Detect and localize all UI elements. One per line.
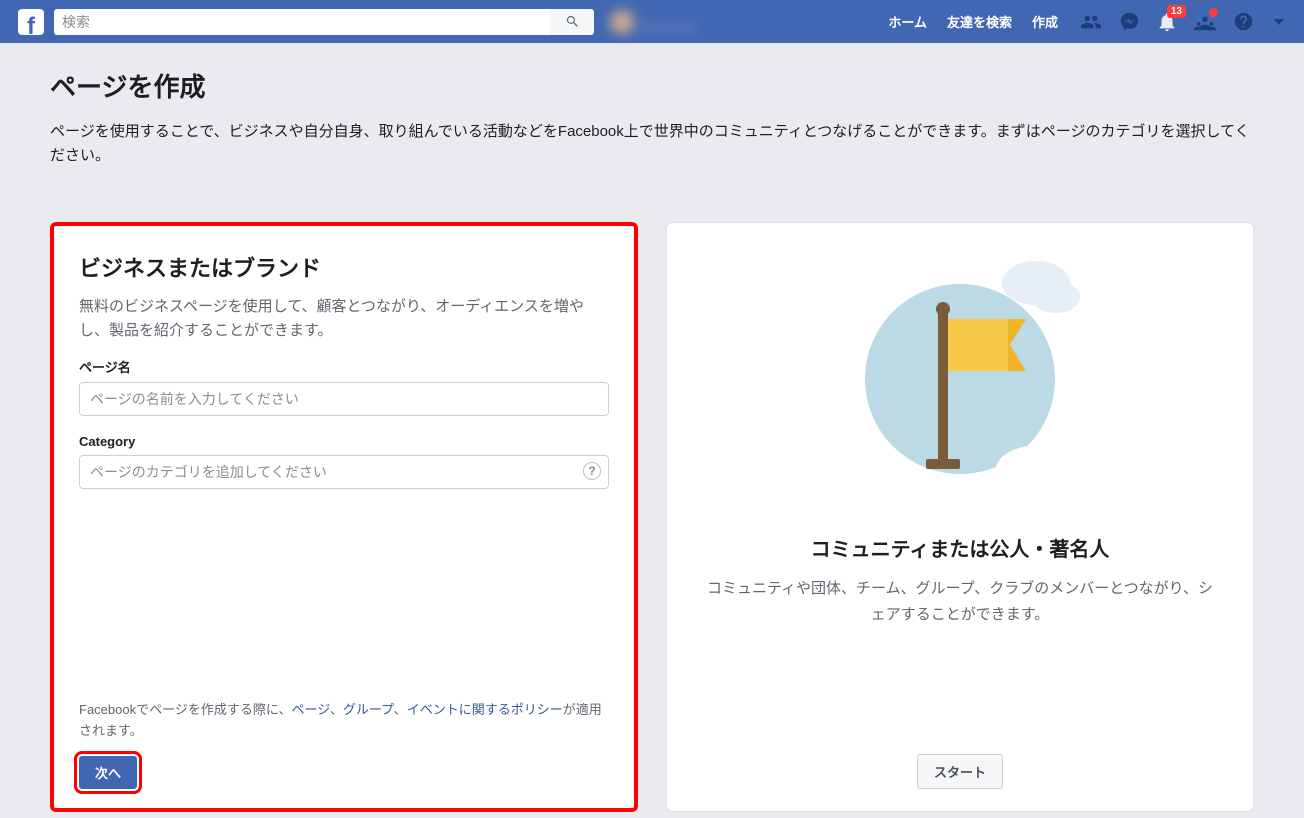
legal-sep: 、 xyxy=(330,702,343,717)
page-subtitle: ページを使用することで、ビジネスや自分自身、取り組んでいる活動などをFacebo… xyxy=(50,120,1254,168)
search-input[interactable] xyxy=(54,9,550,35)
nav-icons: 13 xyxy=(1080,11,1292,33)
category-input[interactable] xyxy=(79,455,609,489)
page-title: ページを作成 xyxy=(50,67,1254,104)
profile-name: ＿＿＿＿ xyxy=(640,12,696,31)
category-label: Category xyxy=(79,434,609,449)
account-menu-caret[interactable] xyxy=(1274,19,1284,25)
help-icon[interactable]: ? xyxy=(583,462,601,480)
quick-help-badge xyxy=(1209,8,1218,17)
start-button[interactable]: スタート xyxy=(917,754,1003,789)
notifications-icon[interactable]: 13 xyxy=(1156,11,1178,33)
card-community-desc: コミュニティや団体、チーム、グループ、クラブのメンバーとつながり、シェアすること… xyxy=(695,576,1225,627)
legal-text: Facebookでページを作成する際に、ページ、グループ、イベントに関するポリシ… xyxy=(79,700,609,742)
page-name-input[interactable] xyxy=(79,382,609,416)
option-cards: ビジネスまたはブランド 無料のビジネスページを使用して、顧客とつながり、オーディ… xyxy=(50,222,1254,812)
page-name-label: ページ名 xyxy=(79,357,609,376)
legal-prefix: Facebookでページを作成する際に、 xyxy=(79,702,291,717)
legal-link-groups[interactable]: グループ xyxy=(343,702,394,717)
legal-sep: 、 xyxy=(394,702,407,717)
facebook-logo[interactable]: f xyxy=(18,9,44,35)
friend-requests-icon[interactable] xyxy=(1080,11,1102,33)
card-business-desc: 無料のビジネスページを使用して、顧客とつながり、オーディエンスを増やし、製品を紹… xyxy=(79,295,609,343)
help-icon[interactable] xyxy=(1232,11,1254,33)
legal-link-events-policy[interactable]: イベントに関するポリシー xyxy=(407,702,563,717)
nav-links: ホーム 友達を検索 作成 xyxy=(878,12,1068,31)
nav-create[interactable]: 作成 xyxy=(1022,12,1068,31)
legal-link-pages[interactable]: ページ xyxy=(291,702,329,717)
top-nav: f ＿＿＿＿ ホーム 友達を検索 作成 13 xyxy=(0,0,1304,43)
quick-help-icon[interactable] xyxy=(1194,11,1216,33)
flag-icon xyxy=(840,259,1080,499)
profile-link[interactable]: ＿＿＿＿ xyxy=(610,10,696,34)
community-illustration: コミュニティまたは公人・著名人 コミュニティや団体、チーム、グループ、クラブのメ… xyxy=(695,251,1225,754)
messenger-icon[interactable] xyxy=(1118,11,1140,33)
search-icon xyxy=(565,14,580,29)
card-community-title: コミュニティまたは公人・著名人 xyxy=(811,533,1110,562)
next-button[interactable]: 次へ xyxy=(79,756,137,789)
card-business: ビジネスまたはブランド 無料のビジネスページを使用して、顧客とつながり、オーディ… xyxy=(50,222,638,812)
nav-home[interactable]: ホーム xyxy=(878,12,937,31)
card-community: コミュニティまたは公人・著名人 コミュニティや団体、チーム、グループ、クラブのメ… xyxy=(666,222,1254,812)
avatar xyxy=(610,10,634,34)
card-business-title: ビジネスまたはブランド xyxy=(79,251,609,283)
search-button[interactable] xyxy=(550,9,594,35)
nav-find-friends[interactable]: 友達を検索 xyxy=(937,12,1022,31)
notifications-badge: 13 xyxy=(1167,5,1186,18)
main-content: ページを作成 ページを使用することで、ビジネスや自分自身、取り組んでいる活動など… xyxy=(0,43,1304,812)
search-container xyxy=(54,9,594,35)
